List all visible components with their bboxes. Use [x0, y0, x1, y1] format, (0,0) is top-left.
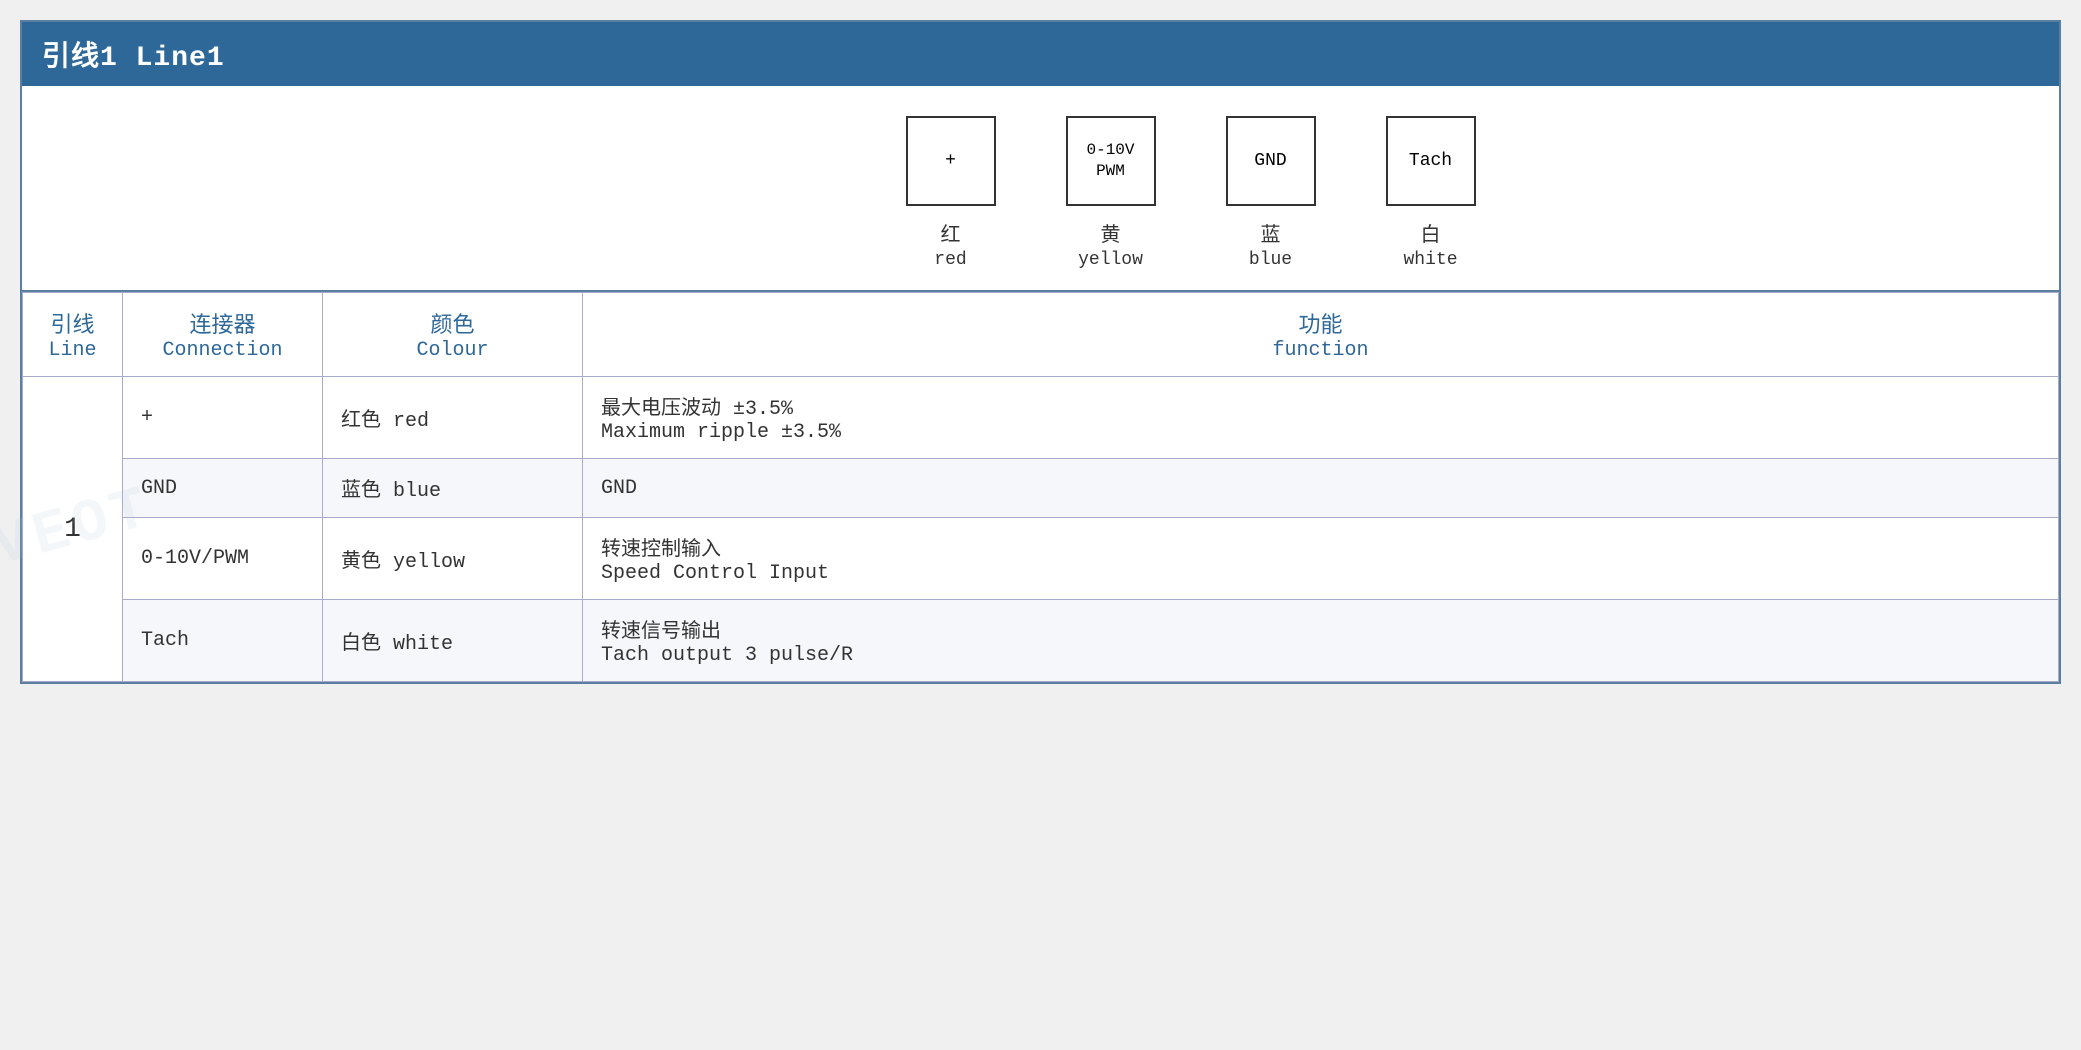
connector-gnd-symbol: GND: [1254, 151, 1286, 171]
conn-value-plus: +: [141, 406, 153, 429]
connector-gnd-label-cn: 蓝: [1261, 218, 1281, 248]
connector-gnd-label-en: blue: [1249, 250, 1292, 270]
line-number-cell: 1 VEOT: [23, 377, 123, 682]
connector-pwm-symbol: 0-10VPWM: [1086, 140, 1134, 182]
line-number: 1: [64, 514, 81, 545]
connector-tach-symbol: Tach: [1409, 151, 1452, 171]
color-value-white: 白色 white: [341, 633, 453, 656]
func-en-tach: Tach output 3 pulse/R: [601, 644, 2040, 667]
table-header-row: 引线 Line 连接器 Connection 颜色 Colour 功能 func…: [23, 293, 2059, 377]
conn-cell-gnd: GND: [123, 459, 323, 518]
connector-pwm: 0-10VPWM 黄 yellow: [1031, 116, 1191, 270]
color-cell-yellow: 黄色 yellow: [323, 518, 583, 600]
func-en-pwm: Speed Control Input: [601, 562, 2040, 585]
connector-tach-label-cn: 白: [1421, 218, 1441, 248]
col-header-line: 引线 Line: [23, 293, 123, 377]
connector-pwm-label-en: yellow: [1078, 250, 1143, 270]
connector-diagram: + 红 red 0-10VPWM 黄 yellow GND 蓝 blue: [871, 116, 1511, 270]
table-row: 1 VEOT + 红色 red 最大电压波动 ±3.5% Maximum rip…: [23, 377, 2059, 459]
connector-plus-label-en: red: [934, 250, 966, 270]
conn-value-gnd: GND: [141, 477, 177, 500]
col-conn-cn: 连接器: [141, 307, 304, 339]
col-header-conn: 连接器 Connection: [123, 293, 323, 377]
connector-gnd: GND 蓝 blue: [1191, 116, 1351, 270]
col-header-color: 颜色 Colour: [323, 293, 583, 377]
connector-tach-box: Tach: [1386, 116, 1476, 206]
connector-plus-box: +: [906, 116, 996, 206]
color-value-red: 红色 red: [341, 410, 429, 433]
connector-gnd-box: GND: [1226, 116, 1316, 206]
diagram-section: + 红 red 0-10VPWM 黄 yellow GND 蓝 blue: [22, 86, 2059, 292]
connector-tach-label-en: white: [1403, 250, 1457, 270]
col-func-en: function: [601, 339, 2040, 362]
conn-value-pwm: 0-10V/PWM: [141, 547, 249, 570]
connector-pwm-box: 0-10VPWM: [1066, 116, 1156, 206]
connector-plus: + 红 red: [871, 116, 1031, 270]
func-cn-red: 最大电压波动 ±3.5%: [601, 391, 2040, 421]
wire-table: 引线 Line 连接器 Connection 颜色 Colour 功能 func…: [22, 292, 2059, 682]
func-en-red: Maximum ripple ±3.5%: [601, 421, 2040, 444]
col-color-cn: 颜色: [341, 307, 564, 339]
func-cn-tach: 转速信号输出: [601, 614, 2040, 644]
main-container: 引线1 Line1 + 红 red 0-10VPWM 黄 yellow GND: [20, 20, 2061, 684]
col-header-func: 功能 function: [583, 293, 2059, 377]
col-func-cn: 功能: [601, 307, 2040, 339]
table-row: GND 蓝色 blue GND: [23, 459, 2059, 518]
func-cell-gnd: GND: [583, 459, 2059, 518]
connector-tach: Tach 白 white: [1351, 116, 1511, 270]
page-header: 引线1 Line1: [22, 22, 2059, 86]
color-value-yellow: 黄色 yellow: [341, 551, 465, 574]
func-cell-tach: 转速信号输出 Tach output 3 pulse/R: [583, 600, 2059, 682]
col-conn-en: Connection: [141, 339, 304, 362]
color-value-blue: 蓝色 blue: [341, 480, 441, 503]
connector-pwm-label-cn: 黄: [1101, 218, 1121, 248]
func-cell-pwm: 转速控制输入 Speed Control Input: [583, 518, 2059, 600]
page-title: 引线1 Line1: [42, 43, 225, 74]
conn-cell-pwm: 0-10V/PWM: [123, 518, 323, 600]
col-color-en: Colour: [341, 339, 564, 362]
data-table-section: 引线 Line 连接器 Connection 颜色 Colour 功能 func…: [22, 292, 2059, 682]
color-cell-blue: 蓝色 blue: [323, 459, 583, 518]
func-cell-red: 最大电压波动 ±3.5% Maximum ripple ±3.5%: [583, 377, 2059, 459]
func-cn-gnd: GND: [601, 477, 2040, 500]
conn-cell-tach: Tach: [123, 600, 323, 682]
col-line-en: Line: [41, 339, 104, 362]
conn-value-tach: Tach: [141, 629, 189, 652]
color-cell-white: 白色 white: [323, 600, 583, 682]
table-row: 0-10V/PWM 黄色 yellow 转速控制输入 Speed Control…: [23, 518, 2059, 600]
color-cell-red: 红色 red: [323, 377, 583, 459]
conn-cell-plus: +: [123, 377, 323, 459]
connector-plus-label-cn: 红: [941, 218, 961, 248]
connector-plus-symbol: +: [945, 151, 956, 171]
col-line-cn: 引线: [41, 307, 104, 339]
table-row: Tach 白色 white 转速信号输出 Tach output 3 pulse…: [23, 600, 2059, 682]
func-cn-pwm: 转速控制输入: [601, 532, 2040, 562]
